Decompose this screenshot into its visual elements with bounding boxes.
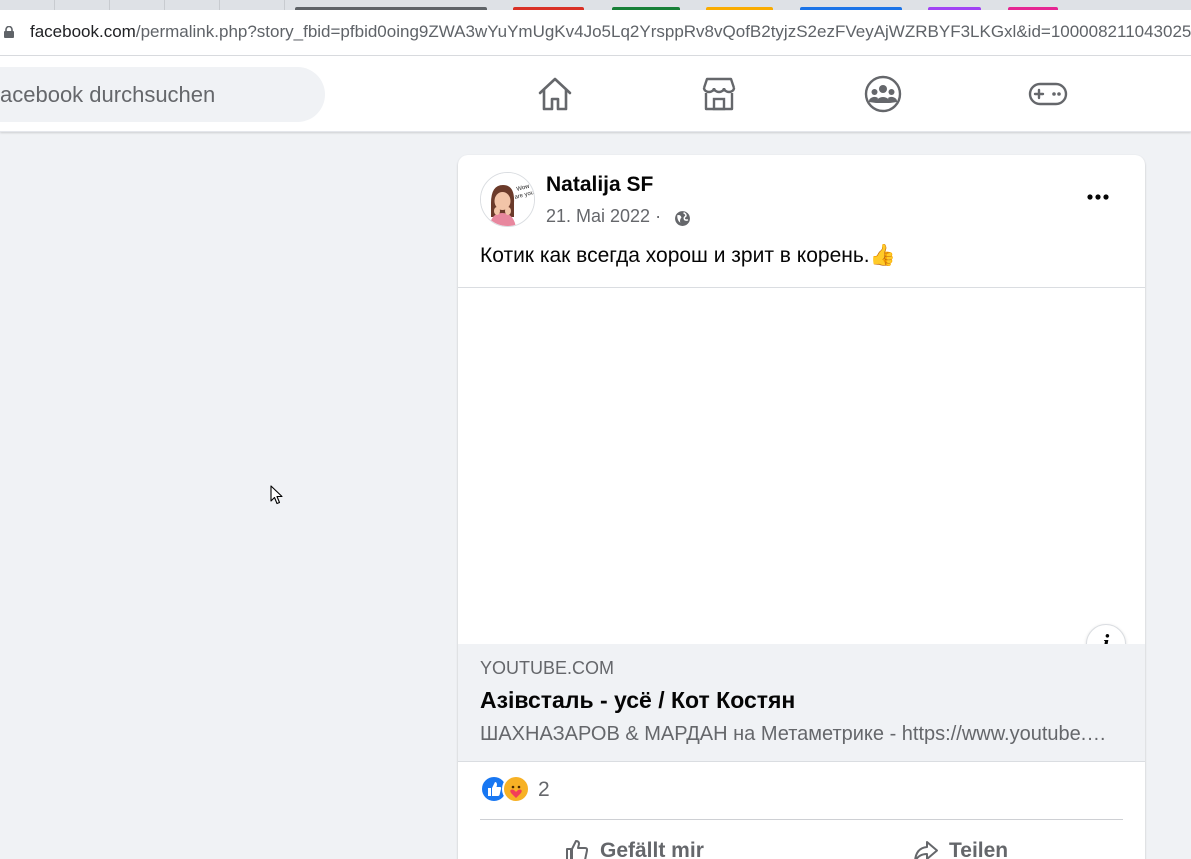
gaming-icon[interactable]: [1028, 74, 1068, 114]
like-label: Gefällt mir: [600, 839, 704, 859]
home-icon[interactable]: [535, 74, 575, 114]
post-card: Wow are you? Natalija SF 21. Mai 2022 · …: [458, 155, 1145, 859]
thumbs-up-icon: [566, 840, 589, 859]
share-label: Teilen: [949, 839, 1009, 859]
post-date[interactable]: 21. Mai 2022 ·: [546, 206, 661, 227]
avatar-illustration: Wow are you?: [481, 173, 534, 226]
marketplace-icon[interactable]: [699, 74, 739, 114]
browser-tab[interactable]: [55, 0, 110, 10]
post-author[interactable]: Natalija SF: [546, 173, 653, 197]
author-avatar[interactable]: Wow are you?: [480, 172, 535, 227]
groups-icon[interactable]: [863, 74, 903, 114]
like-button[interactable]: Gefällt mir: [564, 831, 704, 859]
search-input[interactable]: acebook durchsuchen: [0, 67, 325, 122]
link-title: Азівсталь - усё / Кот Костян: [480, 687, 796, 713]
url-text[interactable]: facebook.com/permalink.php?story_fbid=pf…: [30, 22, 1191, 42]
share-button[interactable]: Teilen: [913, 831, 1008, 859]
post-text: Котик как всегда хорош и зрит в корень.👍: [480, 244, 896, 267]
share-icon: [914, 841, 938, 859]
url-host: facebook.com: [30, 22, 136, 41]
actions-divider: [480, 819, 1123, 820]
video-embed[interactable]: [458, 287, 1145, 644]
browser-tabstrip: [0, 0, 1191, 10]
link-preview[interactable]: YOUTUBE.COM Азівсталь - усё / Кот Костян…: [458, 644, 1145, 762]
link-description: ШАХНАЗАРОВ & МАРДАН на Метаметрике - htt…: [480, 723, 1110, 745]
browser-tab[interactable]: [110, 0, 165, 10]
address-bar[interactable]: facebook.com/permalink.php?story_fbid=pf…: [0, 10, 1191, 56]
url-path: /permalink.php?story_fbid=pfbid0oing9ZWA…: [135, 22, 1191, 41]
lock-icon[interactable]: [4, 26, 14, 38]
more-options-icon[interactable]: [1078, 179, 1118, 215]
search-placeholder: acebook durchsuchen: [0, 82, 216, 107]
care-reaction-icon: [502, 775, 530, 803]
browser-tab[interactable]: [165, 0, 220, 10]
link-domain: YOUTUBE.COM: [480, 658, 615, 678]
browser-tab[interactable]: [0, 0, 55, 10]
reaction-count: 2: [538, 778, 550, 801]
globe-icon: [675, 211, 690, 226]
mouse-cursor-icon: [270, 485, 283, 505]
facebook-header: acebook durchsuchen: [0, 56, 1191, 132]
browser-tab[interactable]: [220, 0, 285, 10]
